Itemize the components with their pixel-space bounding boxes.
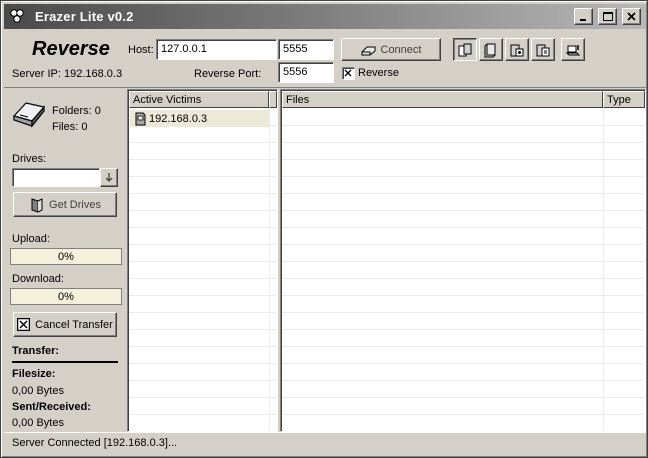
host-label: Host: — [128, 44, 154, 56]
cancel-transfer-label: Cancel Transfer — [35, 318, 113, 331]
download-percent: 0% — [58, 290, 74, 303]
title-bar[interactable]: Erazer Lite v0.2 — [4, 4, 646, 29]
process-icon — [535, 42, 551, 58]
reverse-checkbox[interactable] — [342, 67, 355, 80]
upload-progress: 0% — [10, 248, 122, 265]
folders-count: Folders: 0 — [52, 105, 101, 117]
plug-icon — [361, 44, 377, 56]
hard-drive-icon — [12, 99, 46, 132]
toolbar-settings-button[interactable] — [561, 38, 585, 61]
column-divider — [269, 109, 270, 431]
toolbar-explorer-button[interactable] — [505, 38, 529, 61]
connect-button[interactable]: Connect — [341, 38, 441, 61]
port-input[interactable]: 5555 — [278, 39, 334, 60]
connect-label: Connect — [380, 43, 422, 56]
window-title: Erazer Lite v0.2 — [35, 9, 134, 24]
close-button[interactable] — [622, 8, 641, 25]
reverse-port-label: Reverse Port: — [194, 68, 262, 80]
explorer-icon — [509, 42, 525, 58]
get-drives-label: Get Drives — [49, 198, 101, 211]
drives-dropdown-button[interactable] — [100, 168, 118, 187]
status-bar: Server Connected [192.168.0.3]... — [4, 432, 646, 453]
upload-label: Upload: — [12, 233, 50, 245]
status-text: Server Connected [192.168.0.3]... — [12, 437, 178, 449]
drive-folder-icon — [29, 197, 45, 213]
active-victims-list[interactable]: Active Victims 192.168.0.3 — [127, 89, 278, 432]
reverse-port-input[interactable]: 5556 — [278, 62, 334, 83]
victim-row[interactable]: 192.168.0.3 — [130, 110, 269, 127]
active-victims-header-filler — [269, 91, 277, 108]
computer-icon — [133, 112, 147, 126]
mode-title: Reverse — [32, 38, 110, 60]
left-panel: Folders: 0 Files: 0 Drives: Get Drives U… — [4, 89, 126, 431]
files-rows — [282, 109, 644, 431]
reverse-checkbox-label: Reverse — [358, 67, 399, 79]
column-divider — [603, 109, 604, 431]
server-ip-label: Server IP: 192.168.0.3 — [12, 68, 123, 80]
cancel-transfer-button[interactable]: Cancel Transfer — [13, 312, 117, 337]
settings-icon — [565, 42, 581, 58]
upload-percent: 0% — [58, 250, 74, 263]
sent-received-value: 0,00 Bytes — [12, 417, 64, 429]
connection-panel: Reverse Server IP: 192.168.0.3 Host: 127… — [4, 31, 646, 88]
get-drives-button[interactable]: Get Drives — [13, 192, 117, 217]
file-manager-icon — [457, 42, 473, 58]
filesize-value: 0,00 Bytes — [12, 385, 64, 397]
files-column-header[interactable]: Files — [282, 91, 603, 108]
transfer-heading: Transfer: — [12, 345, 60, 357]
drive-icon — [483, 42, 499, 58]
filesize-label: Filesize: — [12, 368, 56, 380]
app-window: Erazer Lite v0.2 Reverse Server IP: 192.… — [0, 0, 648, 458]
cancel-box-icon — [17, 318, 31, 331]
host-input[interactable]: 127.0.0.1 — [156, 39, 277, 60]
files-list[interactable]: Files Type — [280, 89, 646, 432]
arrow-down-icon — [104, 172, 114, 183]
minimize-button[interactable] — [574, 8, 593, 25]
check-mark-icon — [344, 69, 352, 77]
active-victims-header[interactable]: Active Victims — [129, 91, 269, 108]
toolbar-file-manager-button[interactable] — [453, 38, 477, 61]
active-victims-rows — [129, 109, 276, 431]
erazer-app-icon[interactable] — [9, 8, 25, 24]
type-column-header[interactable]: Type — [603, 91, 645, 108]
toolbar-process-button[interactable] — [531, 38, 555, 61]
sent-received-label: Sent/Received: — [12, 401, 91, 413]
drives-select[interactable] — [12, 168, 100, 187]
download-progress: 0% — [10, 288, 122, 305]
maximize-button[interactable] — [598, 8, 617, 25]
drives-label: Drives: — [12, 153, 47, 165]
files-count: Files: 0 — [52, 121, 88, 133]
victim-address: 192.168.0.3 — [149, 112, 208, 125]
toolbar-drive-button[interactable] — [479, 38, 503, 61]
transfer-divider — [12, 361, 118, 363]
download-label: Download: — [12, 273, 64, 285]
